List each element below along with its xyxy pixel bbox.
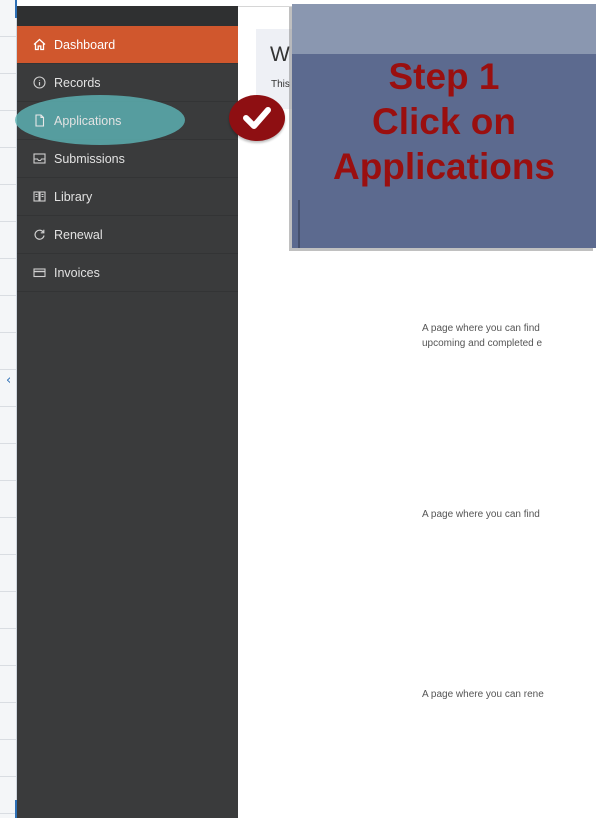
refresh-icon: [33, 228, 46, 241]
sidebar-item-label: Applications: [54, 113, 122, 128]
callout-text: Step 1 Click on Applications: [292, 54, 596, 189]
info-icon: [33, 76, 46, 89]
document-icon: [33, 114, 46, 127]
sidebar: Dashboard Records Applications Submissio…: [15, 6, 238, 818]
tutorial-callout: Step 1 Click on Applications: [292, 4, 596, 248]
welcome-title: W: [270, 43, 290, 66]
callout-pointer: [298, 200, 310, 248]
sidebar-item-label: Dashboard: [54, 37, 116, 52]
sidebar-item-label: Records: [54, 75, 101, 90]
sidebar-item-invoices[interactable]: Invoices: [17, 254, 238, 292]
home-icon: [33, 38, 46, 51]
welcome-subtitle: This: [271, 79, 290, 90]
callout-header-strip: [292, 4, 596, 54]
sidebar-item-library[interactable]: Library: [17, 178, 238, 216]
checkmark-icon: [243, 107, 271, 129]
sidebar-item-applications[interactable]: Applications: [15, 95, 238, 145]
callout-target: Applications: [332, 146, 556, 187]
sidebar-item-dashboard[interactable]: Dashboard: [17, 26, 238, 64]
records-description: A page where you can find upcoming and c…: [422, 321, 542, 351]
collapse-arrow-icon[interactable]: ‹: [6, 374, 16, 388]
description-line: A page where you can find: [422, 509, 540, 520]
left-panel-strip: ‹: [0, 0, 17, 818]
sidebar-item-label: Invoices: [54, 265, 100, 280]
description-line: upcoming and completed e: [422, 338, 543, 349]
checkmark-badge: [229, 95, 285, 141]
library-description: A page where you can find: [422, 507, 540, 522]
book-icon: [33, 190, 46, 203]
sidebar-item-label: Renewal: [54, 227, 103, 242]
sidebar-item-submissions[interactable]: Submissions: [17, 140, 238, 178]
card-icon: [33, 266, 46, 279]
description-line: A page where you can rene: [422, 689, 544, 700]
sidebar-top-bar: [17, 6, 238, 26]
callout-step: Step 1: [388, 56, 500, 97]
description-line: A page where you can find: [422, 323, 540, 334]
inbox-icon: [33, 152, 46, 165]
sidebar-item-label: Library: [54, 189, 93, 204]
callout-instruction: Click on: [372, 101, 516, 142]
sidebar-item-renewal[interactable]: Renewal: [17, 216, 238, 254]
renewal-description: A page where you can rene: [422, 687, 544, 702]
sidebar-item-label: Submissions: [54, 151, 125, 166]
